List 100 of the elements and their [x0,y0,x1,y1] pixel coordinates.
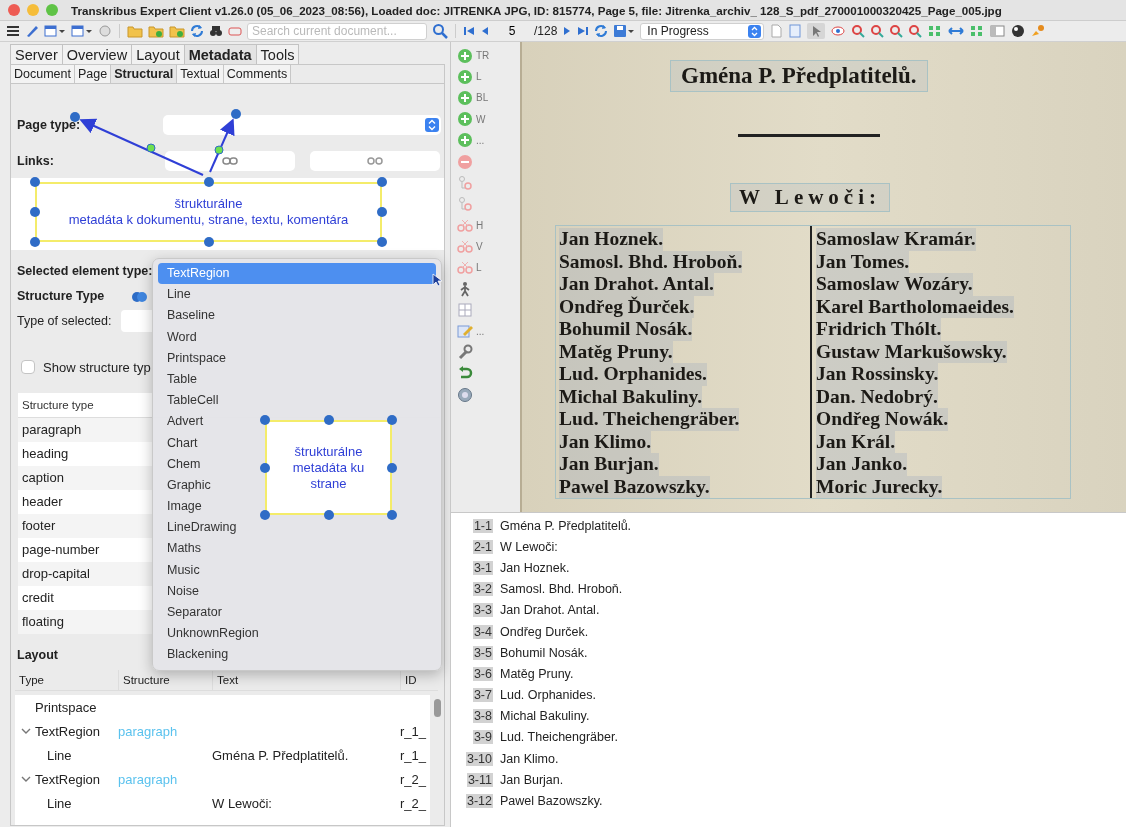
selection-handle[interactable] [30,237,40,247]
transcript-line[interactable]: 3-11 Jan Burjan. [459,769,1126,791]
menu-item[interactable]: Line [158,284,195,306]
tab[interactable]: Overview [62,44,133,64]
page-field[interactable]: 5 [495,22,529,40]
wrench-icon[interactable] [457,344,473,361]
toggle-icon[interactable] [132,289,148,303]
selection-handle[interactable] [377,177,387,187]
add-icon[interactable] [457,132,473,149]
menu-item[interactable]: Printspace [158,347,231,369]
transcript-line[interactable]: 1-1 Gména P. Předplatitelů. [459,515,1126,537]
folder-icon[interactable] [148,24,164,39]
menu-item[interactable]: Word [158,326,201,348]
table-cell[interactable]: drop-capital [22,566,90,581]
selection-handle[interactable] [70,112,80,122]
chevron-icon[interactable] [21,774,31,784]
menu-item[interactable]: UnknownRegion [158,623,263,645]
menu-item[interactable]: Noise [158,580,203,602]
table-cell[interactable]: paragraph [22,422,82,437]
link-button[interactable] [165,151,295,171]
zoom-icon[interactable] [889,24,904,39]
selection-handle[interactable] [377,207,387,217]
selection-handle[interactable] [30,177,40,187]
transcript-line[interactable]: 3-6 Matěg Pruny. [459,663,1126,685]
eye-icon[interactable] [830,24,847,39]
transcript-line[interactable]: 3-9 Lud. Theichengräber. [459,726,1126,749]
tab[interactable]: Tools [256,44,300,64]
tab[interactable]: Textual [177,65,224,83]
selection-handle[interactable] [387,510,397,520]
menu-item[interactable]: Music [158,559,204,581]
table-cell[interactable]: footer [22,518,56,533]
transcript-line[interactable]: 2-1 W Lewoči: [459,536,1126,558]
tab[interactable]: Metadata [184,44,257,64]
sync-icon[interactable] [190,24,204,39]
selection-handle[interactable] [387,415,397,425]
sync-icon[interactable] [594,24,609,39]
add-icon[interactable] [457,68,473,85]
transcript-line[interactable]: 3-3 Jan Drahot. Antal. [459,599,1126,621]
save-icon[interactable] [613,24,636,39]
menu-item[interactable]: Chart [158,432,202,454]
selection-handle[interactable] [377,237,387,247]
selection-handle[interactable] [323,415,334,425]
transcript-line[interactable]: 3-12 Pawel Bazowszky. [459,790,1126,812]
tab[interactable]: Layout [132,44,185,64]
transcript-line[interactable]: 3-7 Lud. Orphanides. [459,684,1126,706]
tree-row[interactable]: TextRegion paragraph r_2_ [15,767,430,791]
table-cell[interactable]: credit [22,590,54,605]
selection-handle[interactable] [203,237,214,247]
transcript-line[interactable]: 3-8 Michal Bakuliny. [459,705,1126,727]
tab[interactable]: Structural [111,65,178,83]
window-menu-icon[interactable] [71,24,93,39]
table-cell[interactable]: page-number [22,542,100,557]
tab[interactable]: Page [75,65,112,83]
menu-item[interactable]: Maths [158,538,206,560]
selection-handle[interactable] [323,510,334,520]
window-menu-icon[interactable] [44,24,66,39]
zoom-icon[interactable] [851,24,866,39]
selection-handle[interactable] [260,415,270,425]
close-button[interactable] [8,4,20,17]
transcript-line[interactable]: 3-1 Jan Hoznek. [459,557,1126,579]
status-select[interactable]: In Progress [640,22,765,40]
add-icon[interactable] [457,111,473,128]
menu-item[interactable]: Blackening [158,644,233,666]
search-field[interactable]: Search current document... [247,22,427,40]
pen-icon[interactable] [25,24,39,39]
page-type-select[interactable] [163,115,441,135]
chevron-icon[interactable] [21,726,31,736]
transcript-line[interactable]: 3-5 Bohumil Nosák. [459,642,1126,664]
menu-icon[interactable] [6,24,20,39]
table-cell[interactable]: floating [22,614,64,629]
menu-item[interactable]: Baseline [158,305,219,327]
unlink-button[interactable] [310,151,440,171]
scrollbar-thumb[interactable] [434,699,441,717]
add-icon[interactable] [457,47,473,64]
tree-row[interactable]: Printspace [15,695,430,719]
menu-item[interactable]: Graphic [158,474,215,497]
menu-item[interactable]: Separator [158,602,226,624]
transcript-line[interactable]: 3-2 Samosl. Bhd. Hroboň. [459,578,1126,600]
zoom-icon[interactable] [908,24,923,39]
transcript-line[interactable]: 3-4 Ondřeg Durček. [459,620,1126,643]
circle-icon[interactable] [98,24,112,39]
binoculars-icon[interactable] [209,24,223,39]
table-cell[interactable]: caption [22,470,64,485]
cursor-icon[interactable] [807,23,826,40]
folder-icon[interactable] [169,24,185,39]
table-cell[interactable]: heading [22,446,69,461]
tab[interactable]: Document [11,65,75,83]
transcript-line[interactable]: 3-10 Jan Klimo. [459,748,1126,770]
menu-item[interactable]: Table [158,368,201,391]
selection-handle[interactable] [260,510,270,520]
selection-handle[interactable] [231,109,241,119]
selection-handle[interactable] [203,177,214,187]
zoom-icon[interactable] [870,24,885,39]
folder-icon[interactable] [127,24,143,39]
menu-item[interactable]: TableCell [158,390,223,412]
tree-row[interactable]: Line Gména P. Předplatitelů. r_1_ [15,743,430,767]
search-icon[interactable] [432,23,448,40]
table-cell[interactable]: header [22,494,63,509]
selection-handle[interactable] [30,207,40,217]
add-icon[interactable] [457,89,473,106]
